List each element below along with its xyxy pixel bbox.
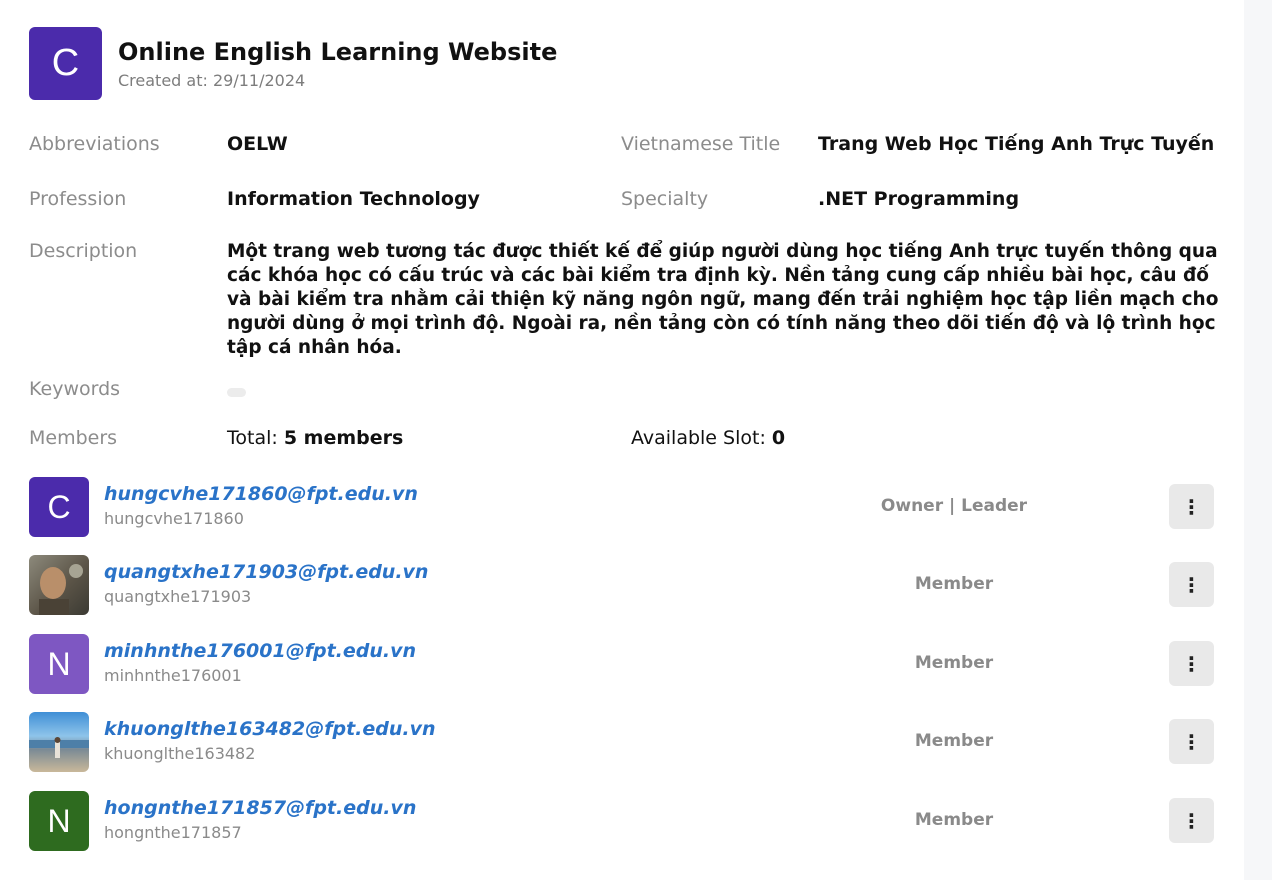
description-row: Description: [29, 240, 227, 262]
member-row: quangtxhe171903@fpt.edu.vn quangtxhe1719…: [29, 555, 1214, 615]
person-photo-icon: [39, 564, 83, 615]
available-slot-value: 0: [771, 427, 786, 449]
created-date: Created at: 29/11/2024: [118, 71, 306, 90]
member-avatar: N: [29, 634, 89, 694]
more-options-button[interactable]: ⋮: [1169, 798, 1214, 843]
member-email-link[interactable]: hongnthe171857@fpt.edu.vn: [104, 797, 416, 819]
member-row: khuonglthe163482@fpt.edu.vn khuonglthe16…: [29, 712, 1214, 772]
available-slot-prefix: Available Slot:: [631, 427, 772, 449]
profession-label: Profession: [29, 188, 127, 210]
member-avatar-photo: [29, 712, 89, 772]
project-title: Online English Learning Website: [118, 38, 558, 66]
members-row: Members: [29, 427, 227, 449]
keywords-row: Keywords: [29, 378, 227, 400]
available-slot: Available Slot: 0: [631, 427, 785, 449]
kebab-menu-icon: ⋮: [1181, 808, 1202, 833]
members-total-value: 5 members: [283, 427, 404, 449]
kebab-menu-icon: ⋮: [1181, 494, 1202, 519]
description-value: Một trang web tương tác được thiết kế để…: [227, 241, 1219, 358]
abbreviations-value: OELW: [227, 133, 288, 155]
member-username: khuonglthe163482: [104, 744, 256, 763]
abbreviations-row: Abbreviations OELW: [29, 133, 288, 155]
member-role: Member: [914, 653, 994, 673]
project-header: C Online English Learning Website Create…: [29, 27, 557, 100]
member-role: Member: [914, 574, 994, 594]
more-options-button[interactable]: ⋮: [1169, 719, 1214, 764]
member-role: Member: [914, 731, 994, 751]
profession-value: Information Technology: [227, 188, 480, 210]
keyword-chip: [227, 388, 246, 397]
member-role: Member: [914, 810, 994, 830]
members-total-prefix: Total:: [227, 427, 284, 449]
member-avatar: C: [29, 477, 89, 537]
profession-row: Profession Information Technology: [29, 188, 480, 210]
right-panel-strip: [1244, 0, 1272, 880]
member-email-link[interactable]: khuonglthe163482@fpt.edu.vn: [104, 718, 436, 740]
kebab-menu-icon: ⋮: [1181, 651, 1202, 676]
vietnamese-title-value: Trang Web Học Tiếng Anh Trực Tuyến: [818, 133, 1215, 155]
members-label: Members: [29, 427, 118, 449]
specialty-value: .NET Programming: [818, 188, 1020, 210]
specialty-label: Specialty: [621, 188, 709, 210]
member-row: C hungcvhe171860@fpt.edu.vn hungcvhe1718…: [29, 477, 1214, 537]
member-avatar-photo: [29, 555, 89, 615]
members-total: Total: 5 members: [227, 427, 403, 449]
member-username: hongnthe171857: [104, 823, 242, 842]
member-avatar: N: [29, 791, 89, 851]
member-role: Owner | Leader: [880, 496, 1028, 516]
abbreviations-label: Abbreviations: [29, 133, 160, 155]
member-email-link[interactable]: hungcvhe171860@fpt.edu.vn: [104, 483, 418, 505]
member-username: quangtxhe171903: [104, 587, 252, 606]
project-avatar: C: [29, 27, 102, 100]
member-email-link[interactable]: minhnthe176001@fpt.edu.vn: [104, 640, 416, 662]
member-row: N hongnthe171857@fpt.edu.vn hongnthe1718…: [29, 791, 1214, 851]
more-options-button[interactable]: ⋮: [1169, 641, 1214, 686]
more-options-button[interactable]: ⋮: [1169, 562, 1214, 607]
description-label: Description: [29, 240, 138, 262]
member-email-link[interactable]: quangtxhe171903@fpt.edu.vn: [104, 561, 428, 583]
member-row: N minhnthe176001@fpt.edu.vn minhnthe1760…: [29, 634, 1214, 694]
beach-photo-icon: [29, 737, 89, 758]
member-username: minhnthe176001: [104, 666, 242, 685]
keywords-label: Keywords: [29, 378, 121, 400]
more-options-button[interactable]: ⋮: [1169, 484, 1214, 529]
vietnamese-title-label: Vietnamese Title: [621, 133, 781, 155]
kebab-menu-icon: ⋮: [1181, 572, 1202, 597]
member-username: hungcvhe171860: [104, 509, 244, 528]
kebab-menu-icon: ⋮: [1181, 729, 1202, 754]
